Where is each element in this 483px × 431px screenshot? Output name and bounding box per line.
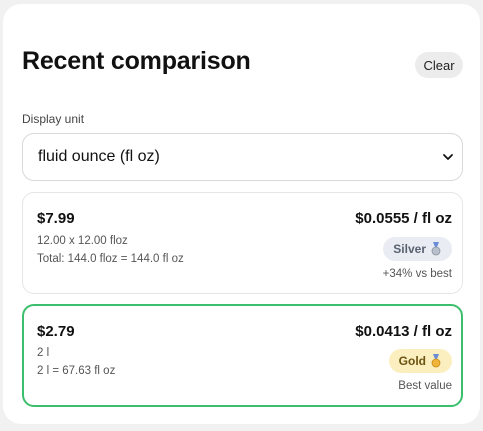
- display-unit-select[interactable]: fluid ounce (fl oz): [22, 133, 463, 181]
- item-unit-price: $0.0413 / fl oz: [355, 323, 452, 340]
- item-price: $2.79: [37, 323, 75, 340]
- comparison-panel: Recent comparison Clear Display unit flu…: [3, 4, 480, 424]
- item-unit-price: $0.0555 / fl oz: [355, 210, 452, 227]
- comparison-note: Best value: [398, 380, 452, 392]
- item-price: $7.99: [37, 210, 75, 227]
- comparison-card-silver: $7.99 12.00 x 12.00 floz Total: 144.0 fl…: [22, 192, 463, 294]
- item-detail-size: 2 l: [37, 347, 50, 359]
- item-detail-size: 12.00 x 12.00 floz: [37, 235, 128, 247]
- comparison-note: +34% vs best: [382, 268, 452, 280]
- badge-label: Gold: [398, 354, 426, 368]
- gold-medal-icon: [431, 354, 441, 368]
- item-detail-total: 2 l = 67.63 fl oz: [37, 365, 116, 377]
- chevron-down-icon: [443, 154, 453, 160]
- silver-medal-icon: [431, 242, 441, 256]
- badge-label: Silver: [393, 242, 426, 256]
- display-unit-value: fluid ounce (fl oz): [38, 148, 160, 165]
- item-detail-total: Total: 144.0 floz = 144.0 fl oz: [37, 253, 184, 265]
- rank-badge-gold: Gold: [388, 349, 452, 373]
- comparison-card-gold: $2.79 2 l 2 l = 67.63 fl oz $0.0413 / fl…: [22, 304, 463, 407]
- display-unit-label: Display unit: [22, 112, 85, 126]
- rank-badge-silver: Silver: [383, 237, 452, 261]
- page-title: Recent comparison: [22, 47, 251, 75]
- clear-button[interactable]: Clear: [415, 52, 463, 78]
